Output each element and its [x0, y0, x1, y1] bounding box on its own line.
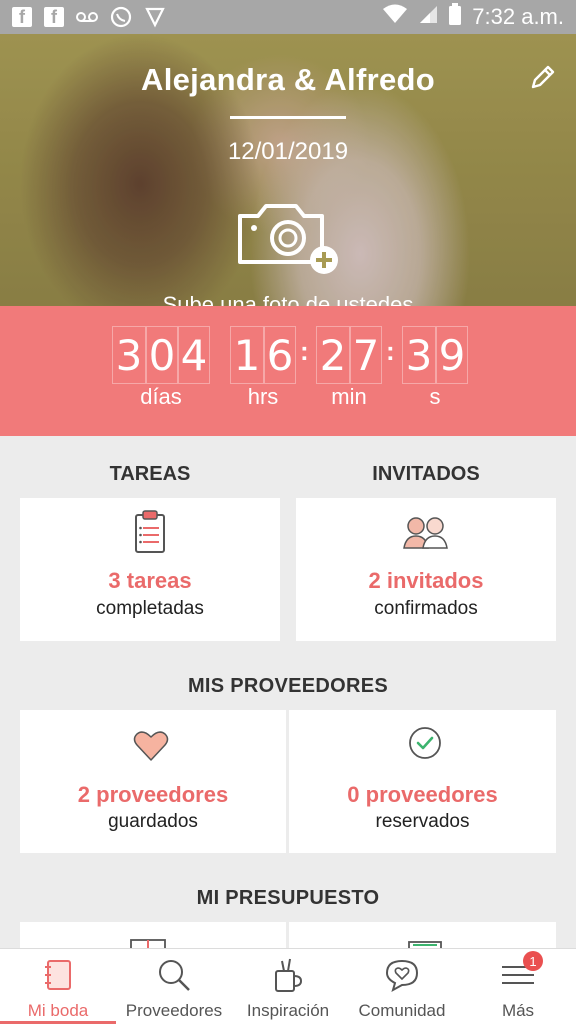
booked-vendors-count: 0 proveedores: [347, 782, 498, 807]
notebook-icon: [45, 960, 71, 990]
countdown-seconds-label: s: [429, 384, 441, 409]
booked-vendors-sub: reservados: [375, 811, 470, 832]
countdown-digit: 7: [350, 326, 382, 384]
wifi-icon: [382, 4, 408, 30]
app-icon: [144, 6, 166, 28]
upload-photo-text[interactable]: Sube una foto de ustedes: [0, 292, 576, 306]
nav-label: Inspiración: [246, 1001, 330, 1020]
clipboard-icon: [133, 508, 167, 559]
countdown-digit: 3: [112, 326, 146, 384]
guests-icon: [402, 514, 450, 555]
guests-card[interactable]: 2 invitados confirmados: [296, 498, 556, 641]
search-icon: [159, 960, 190, 991]
status-bar: f f 7:32 a.m.: [0, 0, 576, 34]
countdown-digit: 6: [264, 326, 296, 384]
nav-label: Comunidad: [358, 1001, 446, 1020]
tasks-card[interactable]: 3 tareas completadas: [20, 498, 280, 641]
vendors-title: MIS PROVEEDORES: [187, 675, 389, 697]
nav-label: Proveedores: [125, 1001, 223, 1020]
tasks-sub: completadas: [96, 598, 204, 619]
nav-label: Más: [501, 1001, 535, 1020]
countdown-digit: 9: [436, 326, 468, 384]
tasks-count: 3 tareas: [108, 568, 192, 593]
voicemail-icon: [76, 6, 98, 28]
couple-name: Alejandra & Alfredo: [141, 62, 435, 97]
guests-title: INVITADOS: [372, 463, 480, 485]
countdown: 3 0 4 1 6 : 2 7 : 3 9 días hrs min s: [0, 306, 576, 436]
cover-photo[interactable]: Alejandra & Alfredo 12/01/2019 Sube una …: [0, 34, 576, 306]
nav-item-comunidad[interactable]: Comunidad: [344, 949, 460, 1024]
camera-add-icon[interactable]: [236, 202, 342, 276]
guests-count: 2 invitados: [368, 568, 484, 593]
countdown-digit: 1: [230, 326, 264, 384]
facebook-icon: f: [12, 7, 32, 27]
countdown-hours-label: hrs: [247, 384, 279, 409]
nav-item-mas[interactable]: Más 1: [460, 949, 576, 1024]
name-underline: [230, 116, 346, 119]
nav-item-inspiracion[interactable]: Inspiración: [232, 949, 344, 1024]
guests-sub: confirmados: [374, 598, 478, 619]
bottom-nav: Mi boda Proveedores Inspiración Comunida…: [0, 948, 576, 1024]
saved-vendors-count: 2 proveedores: [77, 782, 229, 807]
edit-icon[interactable]: [528, 62, 558, 92]
check-circle-icon: [408, 726, 442, 765]
countdown-digit: 2: [316, 326, 350, 384]
countdown-digit: 0: [146, 326, 178, 384]
battery-icon: [448, 3, 462, 31]
saved-vendors-sub: guardados: [108, 811, 198, 832]
countdown-minutes-label: min: [331, 384, 367, 409]
inspiration-icon: [275, 958, 303, 992]
nav-item-proveedores[interactable]: Proveedores: [116, 949, 232, 1024]
countdown-digit: 4: [178, 326, 210, 384]
nav-item-mi-boda[interactable]: Mi boda: [0, 949, 116, 1024]
heart-icon: [133, 730, 169, 767]
tasks-title: TAREAS: [109, 463, 191, 485]
notification-badge: 1: [523, 951, 543, 971]
chat-heart-icon: [385, 959, 419, 993]
status-time: 7:32 a.m.: [472, 4, 564, 29]
countdown-days-label: días: [140, 384, 182, 409]
countdown-separator: :: [300, 336, 309, 366]
facebook-icon: f: [44, 7, 64, 27]
wedding-date: 12/01/2019: [227, 138, 349, 165]
whatsapp-icon: [110, 6, 132, 28]
countdown-separator: :: [386, 336, 395, 366]
signal-icon: [418, 4, 438, 30]
budget-title: MI PRESUPUESTO: [196, 887, 380, 909]
nav-label: Mi boda: [27, 1001, 89, 1020]
saved-vendors-card[interactable]: 2 proveedores guardados: [20, 710, 286, 853]
booked-vendors-card[interactable]: 0 proveedores reservados: [289, 710, 556, 853]
countdown-digit: 3: [402, 326, 436, 384]
